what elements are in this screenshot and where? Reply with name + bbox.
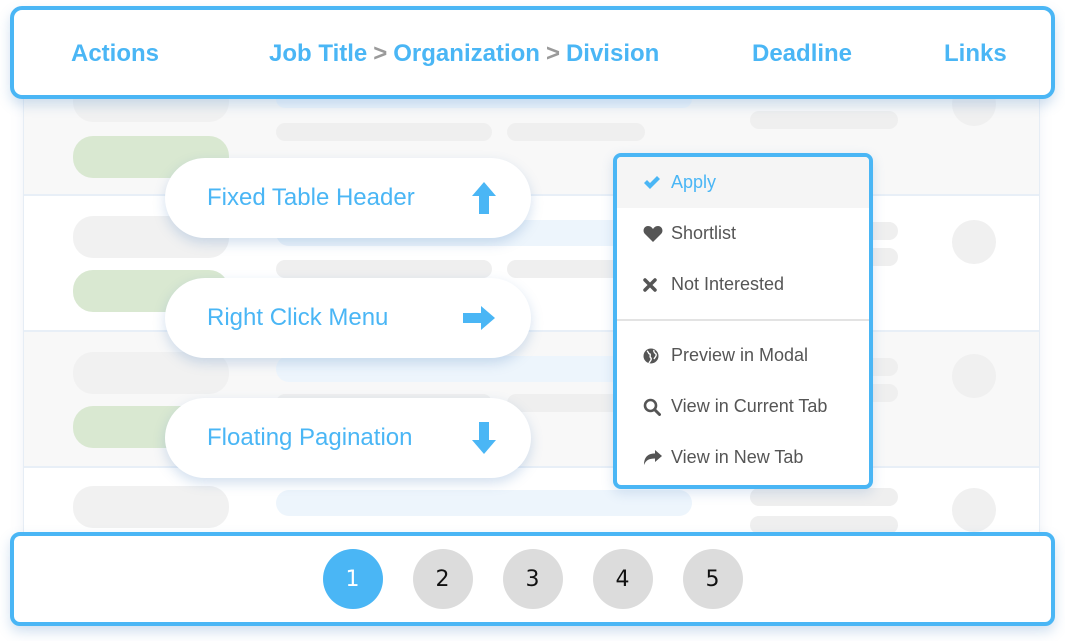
skeleton-action-bar <box>73 352 229 394</box>
search-icon <box>643 397 665 417</box>
column-header-job-title-group: Job Title > Organization > Division <box>269 40 659 68</box>
column-header-division[interactable]: Division <box>566 40 659 67</box>
separator: > <box>545 40 560 67</box>
page-button-5[interactable]: 5 <box>682 549 743 609</box>
menu-item-label: Preview in Modal <box>671 345 809 365</box>
x-icon <box>643 275 665 295</box>
menu-item-preview-in-modal[interactable]: Preview in Modal <box>617 330 869 381</box>
globe-icon <box>643 346 665 366</box>
page-button-1[interactable]: 1 <box>322 549 383 609</box>
menu-item-label: Shortlist <box>671 223 737 243</box>
page-button-4[interactable]: 4 <box>592 549 653 609</box>
skeleton-link-circle <box>952 488 996 532</box>
menu-item-not-interested[interactable]: Not Interested <box>617 259 869 310</box>
menu-item-label: Apply <box>671 172 717 192</box>
separator: > <box>373 40 388 67</box>
menu-item-view-in-new-tab[interactable]: View in New Tab <box>617 432 869 483</box>
menu-item-label: View in Current Tab <box>671 396 828 416</box>
page-button-3[interactable]: 3 <box>502 549 563 609</box>
menu-item-label: View in New Tab <box>671 447 804 467</box>
arrow-right-icon <box>461 305 497 331</box>
menu-divider <box>617 319 869 321</box>
page-button-2[interactable]: 2 <box>412 549 473 609</box>
skeleton-action-bar <box>73 486 229 528</box>
column-header-job-title[interactable]: Job Title <box>269 40 367 67</box>
column-header-links[interactable]: Links <box>944 40 1007 68</box>
skeleton-deadline-bar <box>750 111 898 129</box>
floating-pagination: 1 2 3 4 5 <box>10 532 1055 626</box>
arrow-down-icon <box>471 420 497 456</box>
menu-item-label: Not Interested <box>671 274 785 294</box>
skeleton-org-bar <box>276 123 492 141</box>
menu-item-view-in-current-tab[interactable]: View in Current Tab <box>617 381 869 432</box>
skeleton-link-circle <box>952 220 996 264</box>
skeleton-division-bar <box>507 123 645 141</box>
column-header-deadline[interactable]: Deadline <box>752 40 852 68</box>
share-arrow-icon <box>643 448 665 468</box>
feature-fixed-table-header: Fixed Table Header <box>165 158 531 238</box>
menu-item-shortlist[interactable]: Shortlist <box>617 208 869 259</box>
check-icon <box>643 173 665 193</box>
menu-item-apply[interactable]: Apply <box>617 157 869 208</box>
fixed-table-header: Actions Job Title > Organization > Division … <box>10 6 1055 99</box>
column-header-actions[interactable]: Actions <box>71 40 159 68</box>
skeleton-org-bar <box>276 260 492 278</box>
column-header-organization[interactable]: Organization <box>393 40 540 67</box>
heart-icon <box>643 224 665 244</box>
feature-label: Right Click Menu <box>207 304 389 331</box>
feature-right-click-menu: Right Click Menu <box>165 278 531 358</box>
feature-label: Fixed Table Header <box>207 184 415 211</box>
skeleton-title-bar <box>276 490 692 516</box>
skeleton-deadline-bar <box>750 488 898 506</box>
context-menu: Apply Shortlist Not Interested Preview i… <box>613 153 873 489</box>
skeleton-link-circle <box>952 354 996 398</box>
feature-label: Floating Pagination <box>207 424 413 451</box>
arrow-up-icon <box>471 180 497 216</box>
feature-floating-pagination: Floating Pagination <box>165 398 531 478</box>
